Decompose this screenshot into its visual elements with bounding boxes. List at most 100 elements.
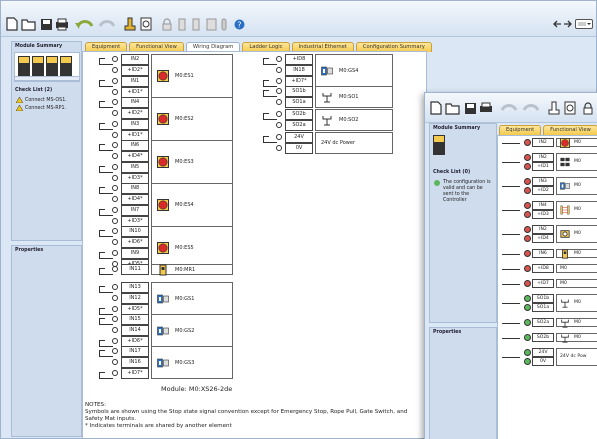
terminal[interactable]: 24V [285,132,313,143]
terminal[interactable]: IN6 [121,140,149,151]
open-folder-icon[interactable] [445,101,461,115]
tab-functional-view[interactable]: Functional View [543,125,597,135]
send-icon[interactable] [177,17,187,31]
status-led [524,226,531,233]
reset-icon [157,264,169,278]
checklist-item[interactable]: Connect MS-OS1. [16,97,67,103]
terminal[interactable]: SO2a [285,120,313,131]
terminal[interactable]: +ID4* [121,151,149,162]
terminal[interactable]: +ID1 [532,162,554,171]
new-file-icon[interactable] [5,17,19,31]
terminal[interactable]: SO1a [532,303,554,312]
terminal[interactable]: +ID6* [121,237,149,248]
terminal[interactable]: +ID8 [532,264,554,273]
tab-equipment[interactable]: Equipment [499,125,542,135]
terminal[interactable]: IN17 [121,346,149,357]
terminal[interactable]: +ID4 [532,234,554,243]
print-icon[interactable] [479,101,493,115]
terminal[interactable]: 0V [285,143,313,154]
module-summary-title: Module Summary [15,44,63,49]
zoom-dropdown[interactable] [575,19,593,29]
wire [263,80,264,87]
terminal-screw [276,111,282,117]
wire [99,166,100,173]
terminal[interactable]: IN10 [121,226,149,237]
monitor-icon[interactable] [205,17,217,31]
terminal[interactable]: IN9 [121,248,149,259]
report-icon[interactable] [139,17,153,31]
terminal[interactable]: SO2b [285,109,313,120]
terminal[interactable]: +ID7 [532,279,554,288]
terminal[interactable]: IN2 [532,138,554,147]
terminal[interactable]: IN8 [121,183,149,194]
terminal[interactable]: 0V [532,357,554,366]
terminal[interactable]: IN4 [121,97,149,108]
terminal[interactable]: +ID4* [121,194,149,205]
redo-icon[interactable] [97,17,119,31]
terminal[interactable]: IN2 [532,153,554,162]
terminal-screw [112,327,118,333]
wire [109,258,113,259]
wire [99,123,100,130]
terminal[interactable]: +ID2* [121,65,149,76]
terminal[interactable]: IN2 [532,225,554,234]
device-label: 24V dc Pow [560,354,587,359]
left-sidebar: Module Summary Check List (0) The config… [429,123,497,323]
receive-icon[interactable] [191,17,201,31]
terminal[interactable]: 24V [532,348,554,357]
terminal[interactable]: IN3 [532,177,554,186]
wire [99,346,109,347]
back-arrow-icon[interactable] [552,18,562,30]
terminal-screw [112,218,118,224]
lock-icon[interactable] [581,101,595,115]
forward-arrow-icon[interactable] [563,18,573,30]
help-icon[interactable]: ? [233,18,245,30]
terminal[interactable]: IN11 [121,264,149,275]
terminal[interactable]: +ID2 [532,186,554,195]
save-icon[interactable] [39,17,53,31]
print-icon[interactable] [55,17,69,31]
undo-icon[interactable] [497,101,519,115]
terminal[interactable]: IN15 [121,314,149,325]
terminal[interactable]: SO1b [532,294,554,303]
terminal[interactable]: IN3 [121,119,149,130]
download-icon[interactable] [219,17,229,31]
terminal[interactable]: SO2a [532,318,554,327]
terminal[interactable]: IN18 [285,65,313,76]
report-icon[interactable] [563,101,577,115]
terminal[interactable]: IN4 [532,201,554,210]
undo-icon[interactable] [73,17,95,31]
terminal[interactable]: IN1 [121,76,149,87]
redo-icon[interactable] [521,101,543,115]
terminal[interactable]: IN2 [121,54,149,65]
save-icon[interactable] [463,101,477,115]
validate-icon[interactable] [123,17,137,31]
wire [99,172,109,173]
terminal[interactable]: IN5 [121,162,149,173]
estop-icon [157,70,169,84]
terminal[interactable]: SO1a [285,97,313,108]
terminal[interactable]: +ID3 [532,210,554,219]
validate-icon[interactable] [547,101,561,115]
thumbnail-scrollbar[interactable] [14,76,80,81]
new-file-icon[interactable] [429,101,443,115]
terminal[interactable]: +ID2* [121,108,149,119]
checklist-item[interactable]: Connect MS-RP1. [16,105,66,111]
wire [502,186,520,187]
wire [99,274,109,275]
terminal[interactable]: IN16 [121,357,149,368]
terminal[interactable]: IN13 [121,282,149,293]
terminal[interactable]: IN6 [532,249,554,258]
terminal[interactable]: +ID7* [121,368,149,379]
terminal[interactable]: IN12 [121,293,149,304]
terminal[interactable]: SO1b [285,86,313,97]
terminal[interactable]: IN14 [121,325,149,336]
terminal[interactable]: IN7 [121,205,149,216]
terminal[interactable]: +ID8 [285,54,313,65]
wire [263,113,264,120]
open-folder-icon[interactable] [21,17,37,31]
module-thumbnail[interactable] [432,134,446,156]
estop-icon [560,137,570,150]
lock-icon[interactable] [161,17,173,31]
terminal[interactable]: SO2b [532,333,554,342]
